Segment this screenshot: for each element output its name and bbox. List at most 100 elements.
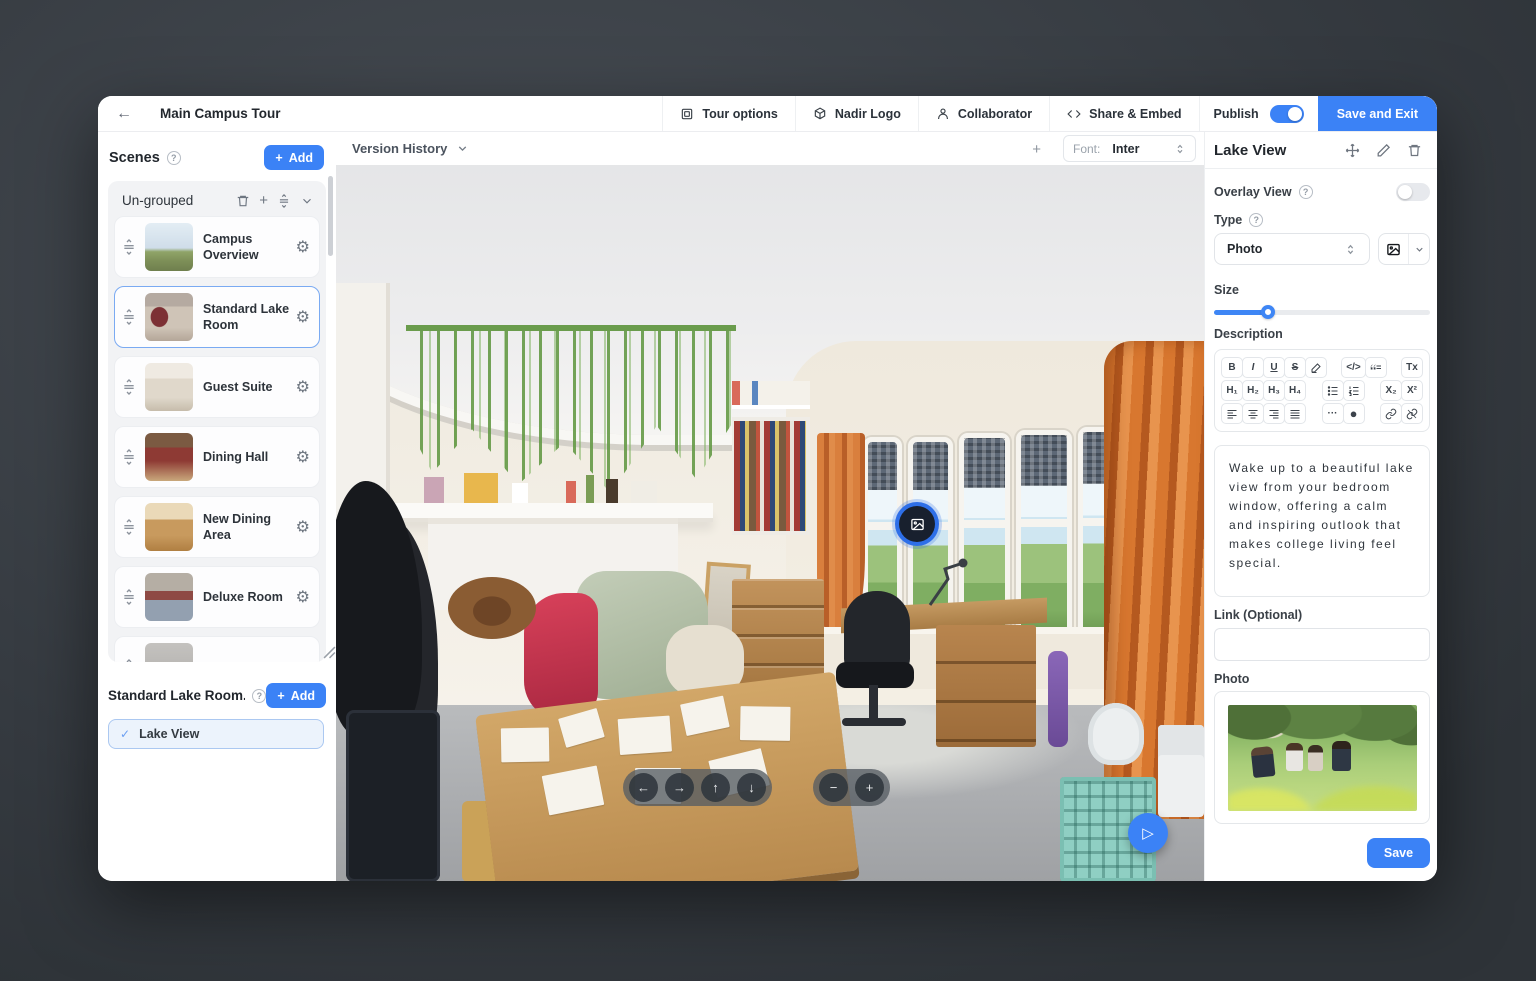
version-history-label: Version History	[352, 141, 447, 156]
description-editor[interactable]: Wake up to a beautiful lake view from yo…	[1214, 445, 1430, 597]
hotspot-help-icon[interactable]: ?	[252, 689, 266, 703]
resize-handle[interactable]	[323, 646, 336, 659]
ordered-list-button[interactable]	[1343, 380, 1365, 401]
trash-icon[interactable]	[1407, 143, 1422, 158]
person	[1250, 745, 1275, 777]
link-button[interactable]	[1380, 403, 1402, 424]
subscript-button[interactable]: X₂	[1380, 380, 1402, 401]
version-history-dropdown[interactable]: Version History	[352, 141, 469, 156]
publish-toggle[interactable]	[1270, 105, 1304, 123]
drag-handle-icon[interactable]	[121, 519, 137, 535]
overlay-help-icon[interactable]: ?	[1299, 185, 1313, 199]
save-and-exit-button[interactable]: Save and Exit	[1318, 96, 1437, 131]
publish-label: Publish	[1214, 107, 1259, 121]
pan-left-button[interactable]: ←	[629, 773, 658, 802]
italic-button[interactable]: I	[1242, 357, 1264, 378]
blockquote-button[interactable]	[1365, 357, 1387, 378]
overlay-view-toggle[interactable]	[1396, 183, 1430, 201]
unlink-button[interactable]	[1401, 403, 1423, 424]
add-scene-button[interactable]: +Add	[264, 145, 324, 170]
pan-down-button[interactable]: ↓	[737, 773, 766, 802]
preview-play-button[interactable]: ▷	[1128, 813, 1168, 853]
bullet-list-button[interactable]	[1322, 380, 1344, 401]
panorama-viewport[interactable]: ← → ↑ ↓ − + ▷	[336, 165, 1204, 881]
drag-handle-icon[interactable]	[121, 309, 137, 325]
zoom-in-button[interactable]: +	[855, 773, 884, 802]
pencil-icon[interactable]	[1376, 143, 1391, 158]
strikethrough-button[interactable]: S	[1284, 357, 1306, 378]
type-controls: Photo	[1214, 233, 1430, 265]
size-slider-knob[interactable]	[1261, 305, 1275, 319]
scene-card-dining-hall[interactable]: Dining Hall ⚙	[114, 426, 320, 488]
h2-button[interactable]: H₂	[1242, 380, 1264, 401]
chevron-down-icon[interactable]	[1408, 234, 1429, 264]
add-hotspot-button[interactable]: +Add	[266, 683, 326, 708]
horizontal-rule-button[interactable]: ···	[1322, 403, 1344, 424]
align-left-button[interactable]	[1221, 403, 1243, 424]
gear-icon[interactable]: ⚙	[296, 237, 310, 257]
drag-handle-icon[interactable]	[121, 449, 137, 465]
drag-handle-icon[interactable]	[121, 379, 137, 395]
scene-card-deluxe-room[interactable]: Deluxe Room ⚙	[114, 566, 320, 628]
gear-icon[interactable]: ⚙	[296, 307, 310, 327]
type-value: Photo	[1227, 242, 1262, 256]
drag-handle-icon[interactable]	[121, 659, 137, 662]
group-add-icon[interactable]: +	[259, 193, 268, 208]
gear-icon[interactable]: ⚙	[296, 517, 310, 537]
tour-options-button[interactable]: Tour options	[662, 96, 794, 131]
hotspot-item-lake-view[interactable]: ✓ Lake View	[108, 719, 324, 749]
scene-card-guest-suite[interactable]: Guest Suite ⚙	[114, 356, 320, 418]
scene-card-partial[interactable]	[114, 636, 320, 662]
paper	[740, 706, 791, 741]
scene-card-campus-overview[interactable]: Campus Overview ⚙	[114, 216, 320, 278]
h4-button[interactable]: H₄	[1284, 380, 1306, 401]
gear-icon[interactable]: ⚙	[296, 377, 310, 397]
type-help-icon[interactable]: ?	[1249, 213, 1263, 227]
code-block-button[interactable]: </>	[1341, 357, 1365, 378]
back-button[interactable]: ←	[112, 102, 136, 126]
drag-handle-icon[interactable]	[121, 239, 137, 255]
share-embed-button[interactable]: Share & Embed	[1049, 96, 1198, 131]
trash-icon[interactable]	[236, 194, 250, 208]
collaborator-button[interactable]: Collaborator	[918, 96, 1049, 131]
type-select[interactable]: Photo	[1214, 233, 1370, 265]
gear-icon[interactable]: ⚙	[296, 447, 310, 467]
scenes-help-icon[interactable]: ?	[167, 151, 181, 165]
superscript-button[interactable]: X²	[1401, 380, 1423, 401]
underline-button[interactable]: U	[1263, 357, 1285, 378]
link-input[interactable]	[1214, 628, 1430, 661]
save-button[interactable]: Save	[1367, 838, 1430, 868]
zoom-out-button[interactable]: −	[819, 773, 848, 802]
highlight-button[interactable]	[1305, 357, 1327, 378]
icon-picker-button[interactable]	[1378, 233, 1430, 265]
gear-icon[interactable]: ⚙	[296, 587, 310, 607]
clear-format-button[interactable]: Tx	[1401, 357, 1423, 378]
overlay-view-label: Overlay View?	[1214, 185, 1313, 199]
chevron-down-icon[interactable]	[300, 194, 314, 208]
font-add-icon[interactable]: +	[1032, 141, 1041, 158]
pano-white-box	[1158, 725, 1204, 817]
photo-icon	[910, 517, 925, 532]
h1-button[interactable]: H₁	[1221, 380, 1243, 401]
font-selector[interactable]: Font: Inter	[1063, 135, 1196, 162]
align-justify-button[interactable]	[1284, 403, 1306, 424]
pan-right-button[interactable]: →	[665, 773, 694, 802]
size-slider[interactable]	[1214, 305, 1430, 319]
align-center-button[interactable]	[1242, 403, 1264, 424]
h3-button[interactable]: H₃	[1263, 380, 1285, 401]
color-swatch-button[interactable]: ●	[1343, 403, 1365, 424]
pan-up-button[interactable]: ↑	[701, 773, 730, 802]
drag-handle-icon[interactable]	[121, 589, 137, 605]
bold-button[interactable]: B	[1221, 357, 1243, 378]
align-right-button[interactable]	[1263, 403, 1285, 424]
scene-card-new-dining-area[interactable]: New Dining Area ⚙	[114, 496, 320, 558]
scene-card-standard-lake-room[interactable]: Standard Lake Room ⚙	[114, 286, 320, 348]
sort-icon[interactable]	[277, 194, 291, 208]
add-scene-label: Add	[289, 151, 313, 165]
sidebar-scrollbar[interactable]	[328, 176, 333, 256]
nadir-logo-button[interactable]: Nadir Logo	[795, 96, 918, 131]
photo-upload-box[interactable]	[1214, 691, 1430, 824]
pano-bookshelf	[732, 417, 810, 535]
move-icon[interactable]	[1345, 143, 1360, 158]
photo-hotspot-marker[interactable]	[899, 506, 935, 542]
